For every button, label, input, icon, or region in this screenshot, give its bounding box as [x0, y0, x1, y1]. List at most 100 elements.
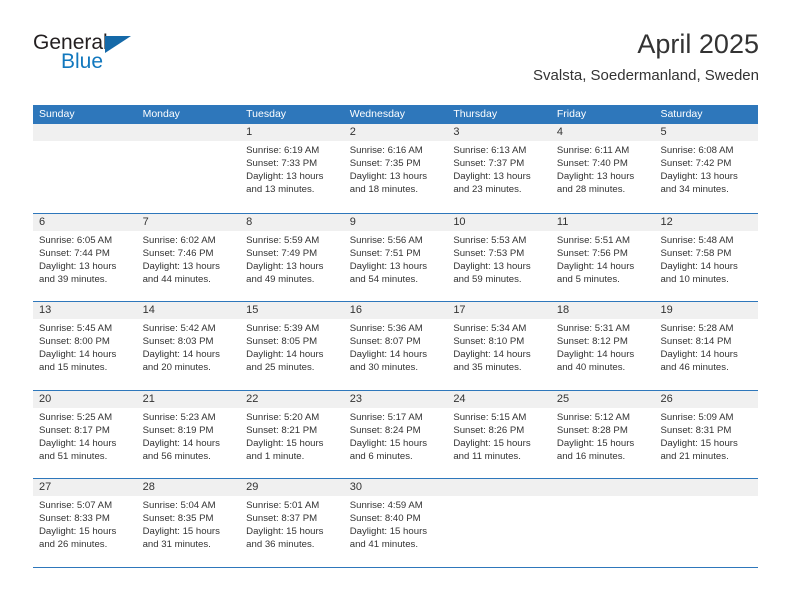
day-cell[interactable]: 5 Sunrise: 6:08 AM Sunset: 7:42 PM Daylight… [654, 124, 759, 213]
day-number: 23 [349, 392, 362, 405]
sunrise-text: Sunrise: 5:28 AM [660, 323, 734, 334]
daylight-line2-text: and 21 minutes. [660, 450, 729, 462]
day-cell[interactable]: 23 Sunrise: 5:17 AM Sunset: 8:24 PM Dayligh… [343, 390, 448, 479]
day-sun-info: Sunrise: 6:02 AM Sunset: 7:46 PM Daylight:… [137, 231, 241, 286]
daylight-line1-text: Daylight: 15 hours [349, 526, 428, 538]
day-cell[interactable]: 17 Sunrise: 5:34 AM Sunset: 8:10 PM Dayligh… [447, 302, 551, 390]
sunrise-text: Sunrise: 5:59 AM [246, 234, 320, 246]
day-sun-info: Sunrise: 5:23 AM Sunset: 8:19 PM Daylight:… [137, 408, 241, 463]
day-sun-info: Sunrise: 5:07 AM Sunset: 8:33 PM Daylight:… [33, 496, 137, 551]
daylight-line1-text: Daylight: 15 hours [246, 437, 324, 449]
daylight-line2-text: and 15 minutes. [39, 362, 108, 374]
daylight-line2-text: and 51 minutes. [39, 450, 108, 462]
sunset-text: Sunset: 8:19 PM [142, 424, 214, 436]
day-sun-info: Sunrise: 4:59 AM Sunset: 8:40 PM Daylight:… [344, 496, 448, 551]
day-sun-info: Sunrise: 5:25 AM Sunset: 8:17 PM Daylight:… [33, 408, 137, 463]
day-number: 4 [556, 126, 564, 138]
day-number: 30 [349, 481, 362, 493]
weekday-header-friday: Friday [556, 108, 587, 120]
day-cell[interactable]: 20 Sunrise: 5:25 AM Sunset: 8:17 PM Dayligh… [33, 390, 137, 479]
day-number: 21 [142, 392, 155, 405]
day-number-band: 22 [240, 390, 344, 408]
day-number-band: 23 [343, 390, 448, 408]
sunrise-text: Sunrise: 6:08 AM [660, 145, 734, 156]
day-cell[interactable]: 21 Sunrise: 5:23 AM Sunset: 8:19 PM Dayligh… [136, 390, 241, 479]
day-number-band: 29 [240, 479, 344, 496]
weekday-header-sunday: Sunday [39, 108, 75, 120]
day-cell[interactable]: 26 Sunrise: 5:09 AM Sunset: 8:31 PM Dayligh… [654, 390, 759, 479]
day-cell[interactable]: 12 Sunrise: 5:48 AM Sunset: 7:58 PM Dayligh… [654, 213, 759, 302]
sunset-text: Sunset: 7:35 PM [349, 158, 421, 170]
day-cell[interactable]: 6 Sunrise: 6:05 AM Sunset: 7:44 PM Daylight… [33, 213, 137, 302]
day-cell[interactable]: 27 Sunrise: 5:07 AM Sunset: 8:33 PM Dayligh… [33, 479, 137, 567]
general-blue-logo: General Blue [33, 32, 163, 80]
day-cell[interactable]: 14 Sunrise: 5:42 AM Sunset: 8:03 PM Dayligh… [136, 302, 241, 390]
daylight-line1-text: Daylight: 14 hours [660, 349, 738, 361]
day-number: 13 [39, 304, 52, 316]
day-cell[interactable]: 8 Sunrise: 5:59 AM Sunset: 7:49 PM Daylight… [240, 213, 344, 302]
sunset-text: Sunset: 8:31 PM [660, 424, 732, 436]
sunset-text: Sunset: 8:35 PM [142, 513, 214, 525]
day-cell[interactable]: 29 Sunrise: 5:01 AM Sunset: 8:37 PM Dayligh… [240, 479, 344, 567]
day-cell[interactable]: 28 Sunrise: 5:04 AM Sunset: 8:35 PM Dayligh… [136, 479, 241, 567]
day-cell[interactable]: 2 Sunrise: 6:16 AM Sunset: 7:35 PM Daylight… [343, 124, 448, 213]
logo-text-blue: Blue [61, 50, 104, 73]
day-cell[interactable]: 13 Sunrise: 5:45 AM Sunset: 8:00 PM Dayligh… [33, 302, 137, 390]
day-cell[interactable]: 16 Sunrise: 5:36 AM Sunset: 8:07 PM Dayligh… [343, 302, 448, 390]
day-cell[interactable]: 10 Sunrise: 5:53 AM Sunset: 7:53 PM Dayligh… [447, 213, 551, 302]
day-cell[interactable]: 9 Sunrise: 5:56 AM Sunset: 7:51 PM Daylight… [343, 213, 448, 302]
day-number-band [33, 124, 137, 141]
day-cell[interactable]: 3 Sunrise: 6:13 AM Sunset: 7:37 PM Daylight… [447, 124, 551, 213]
day-cell[interactable]: 24 Sunrise: 5:15 AM Sunset: 8:26 PM Dayligh… [447, 390, 551, 479]
grid-bottom-border [33, 566, 758, 568]
day-number: 10 [453, 215, 466, 228]
sunset-text: Sunset: 7:53 PM [453, 247, 525, 259]
day-cell[interactable]: 22 Sunrise: 5:20 AM Sunset: 8:21 PM Dayligh… [240, 390, 344, 479]
daylight-line1-text: Daylight: 14 hours [556, 349, 635, 361]
day-cell[interactable]: 30 Sunrise: 4:59 AM Sunset: 8:40 PM Dayligh… [343, 479, 448, 567]
day-number: 28 [142, 481, 155, 493]
daylight-line2-text: and 30 minutes. [349, 362, 419, 374]
sunrise-text: Sunrise: 5:25 AM [39, 411, 113, 423]
day-number-band: 15 [240, 302, 344, 319]
sunrise-text: Sunrise: 5:51 AM [556, 234, 630, 246]
day-cell[interactable]: 4 Sunrise: 6:11 AM Sunset: 7:40 PM Daylight… [550, 124, 655, 213]
daylight-line1-text: Daylight: 15 hours [39, 526, 117, 538]
day-sun-info: Sunrise: 5:59 AM Sunset: 7:49 PM Daylight:… [240, 231, 344, 286]
daylight-line1-text: Daylight: 13 hours [660, 171, 738, 183]
sunset-text: Sunset: 7:40 PM [556, 158, 628, 170]
day-number: 19 [660, 304, 673, 316]
week-row: 20 Sunrise: 5:25 AM Sunset: 8:17 PM Dayligh… [33, 389, 759, 479]
day-number: 3 [453, 126, 460, 138]
day-number-band: 24 [447, 390, 551, 408]
day-number: 18 [556, 304, 570, 316]
day-sun-info: Sunrise: 6:08 AM Sunset: 7:42 PM Daylight:… [654, 141, 758, 196]
day-number-band: 3 [447, 124, 551, 141]
sunrise-text: Sunrise: 5:56 AM [349, 234, 423, 246]
sunset-text: Sunset: 8:28 PM [556, 424, 628, 436]
sunrise-text: Sunrise: 5:23 AM [142, 411, 216, 423]
day-number: 24 [453, 392, 466, 405]
day-number-band [550, 479, 655, 496]
day-cell[interactable]: 11 Sunrise: 5:51 AM Sunset: 7:56 PM Dayligh… [550, 213, 655, 302]
day-cell[interactable]: 15 Sunrise: 5:39 AM Sunset: 8:05 PM Dayligh… [240, 302, 344, 390]
sunset-text: Sunset: 8:05 PM [246, 336, 318, 348]
day-number: 5 [660, 126, 667, 138]
daylight-line1-text: Daylight: 14 hours [142, 349, 220, 361]
daylight-line2-text: and 16 minutes. [556, 450, 626, 462]
day-cell[interactable]: 25 Sunrise: 5:12 AM Sunset: 8:28 PM Dayligh… [550, 390, 655, 479]
calendar-page: General Blue April 2025 Svalsta, Soederm… [0, 0, 792, 612]
sunset-text: Sunset: 8:37 PM [246, 513, 318, 525]
day-cell[interactable]: 1 Sunrise: 6:19 AM Sunset: 7:33 PM Daylight… [240, 124, 344, 213]
daylight-line1-text: Daylight: 15 hours [246, 526, 324, 538]
week-row: 1 Sunrise: 6:19 AM Sunset: 7:33 PM Daylight… [33, 124, 759, 213]
daylight-line1-text: Daylight: 13 hours [453, 171, 531, 183]
sunrise-text: Sunrise: 4:59 AM [349, 500, 423, 511]
sunrise-text: Sunrise: 5:12 AM [556, 411, 630, 423]
day-number: 15 [246, 304, 259, 316]
day-cell[interactable]: 18 Sunrise: 5:31 AM Sunset: 8:12 PM Dayligh… [550, 302, 655, 390]
day-cell[interactable]: 7 Sunrise: 6:02 AM Sunset: 7:46 PM Daylight… [136, 213, 241, 302]
day-sun-info: Sunrise: 5:56 AM Sunset: 7:51 PM Daylight:… [344, 231, 448, 286]
day-cell[interactable]: 19 Sunrise: 5:28 AM Sunset: 8:14 PM Dayligh… [654, 302, 759, 390]
day-number: 27 [39, 481, 52, 493]
